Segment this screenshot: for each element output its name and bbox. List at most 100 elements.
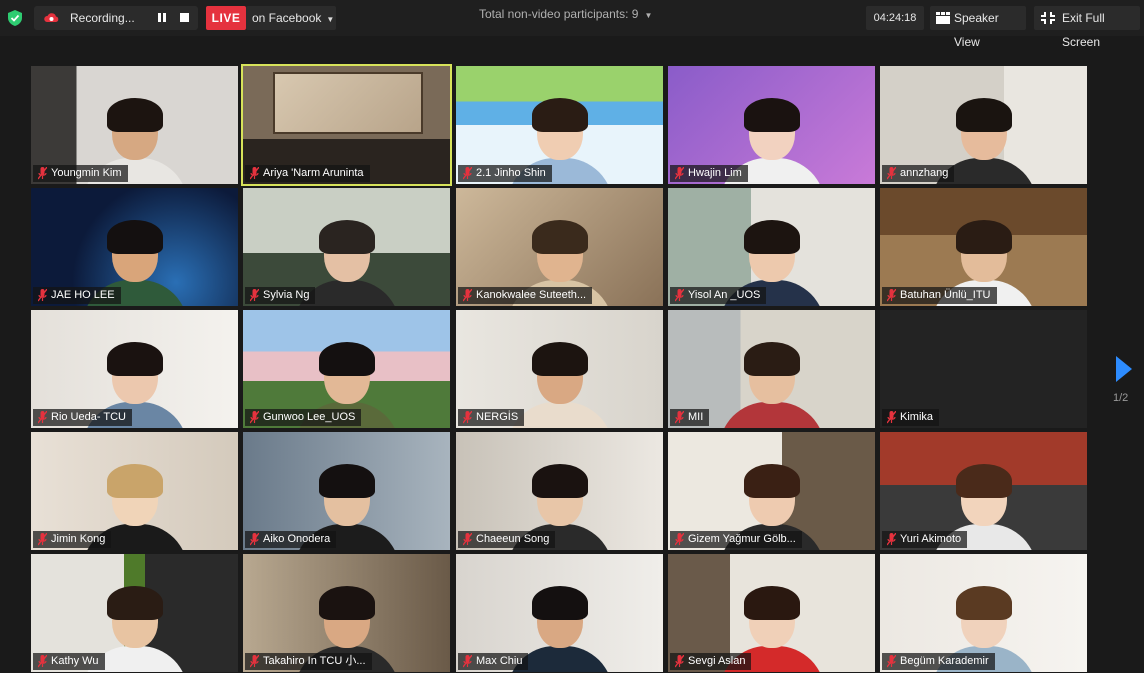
hair	[531, 342, 588, 376]
video-tile[interactable]: Yisol An _UOS	[668, 188, 875, 306]
speaker-view-label: Speaker View	[954, 11, 999, 49]
video-tile[interactable]: Rio Ueda- TCU	[31, 310, 238, 428]
hair	[531, 586, 588, 620]
non-video-participants-dropdown[interactable]: Total non-video participants: 9 ▼	[479, 7, 652, 21]
participant-name: Hwajin Lim	[688, 167, 742, 179]
participant-name: Rio Ueda- TCU	[51, 411, 126, 423]
video-tile[interactable]: Aiko Onodera	[243, 432, 450, 550]
participant-name-tag: Ariya 'Narm Aruninta	[245, 165, 370, 182]
hair	[743, 220, 800, 254]
muted-mic-icon	[887, 289, 896, 302]
chevron-down-icon: ▼	[644, 11, 653, 20]
participant-name-tag: NERGİS	[458, 409, 525, 426]
participant-name: Kanokwalee Suteeth...	[476, 289, 587, 301]
muted-mic-icon	[887, 655, 896, 668]
participant-name-tag: Max Chiu	[458, 653, 529, 670]
participant-name: Aiko Onodera	[263, 533, 331, 545]
video-tile[interactable]: 2.1 Jinho Shin	[456, 66, 663, 184]
video-tile[interactable]: Youngmin Kim	[31, 66, 238, 184]
participant-name-tag: Begüm Karademir	[882, 653, 995, 670]
participant-name: Gizem Yağmur Gölb...	[688, 533, 796, 545]
muted-mic-icon	[250, 289, 259, 302]
video-tile[interactable]: Sylvia Ng	[243, 188, 450, 306]
participant-name-tag: 2.1 Jinho Shin	[458, 165, 552, 182]
muted-mic-icon	[463, 655, 472, 668]
shoulders	[718, 402, 825, 428]
muted-mic-icon	[675, 411, 684, 424]
video-tile[interactable]: NERGİS	[456, 310, 663, 428]
chevron-down-icon: ▼	[326, 15, 335, 24]
hair	[106, 342, 163, 376]
meeting-timer: 04:24:18	[866, 6, 924, 30]
video-tile[interactable]: Jimin Kong	[31, 432, 238, 550]
video-tile[interactable]: MII	[668, 310, 875, 428]
video-tile[interactable]: Yuri Akimoto	[880, 432, 1087, 550]
participant-name: Batuhan Ünlü_ITU	[900, 289, 991, 301]
exit-full-screen-button[interactable]: Exit Full Screen	[1034, 6, 1140, 49]
video-tile[interactable]: Kathy Wu	[31, 554, 238, 672]
participant-name: MII	[688, 411, 704, 423]
hair	[955, 464, 1012, 498]
video-tile[interactable]: Ariya 'Narm Aruninta	[241, 64, 452, 186]
video-tile[interactable]: Takahiro In TCU 小...	[243, 554, 450, 672]
muted-mic-icon	[675, 533, 684, 546]
video-tile[interactable]: Kimika	[880, 310, 1087, 428]
projected-screen	[273, 72, 423, 134]
hair	[106, 586, 163, 620]
recording-label: Recording...	[70, 11, 135, 25]
video-tile[interactable]: Hwajin Lim	[668, 66, 875, 184]
muted-mic-icon	[463, 533, 472, 546]
participant-name-tag: Batuhan Ünlü_ITU	[882, 287, 997, 304]
participant-name: Chaeeun Song	[476, 533, 550, 545]
participant-name-tag: Jimin Kong	[33, 531, 112, 548]
participant-name: annzhang	[900, 167, 949, 179]
muted-mic-icon	[38, 289, 47, 302]
participant-name: Yisol An _UOS	[688, 289, 761, 301]
security-shield-icon[interactable]	[8, 10, 22, 26]
stop-recording-icon[interactable]	[180, 13, 189, 22]
speaker-view-button[interactable]: Speaker View	[930, 6, 1026, 49]
participant-name-tag: MII	[670, 409, 710, 426]
participant-name: Gunwoo Lee_UOS	[263, 411, 356, 423]
participant-name: Kimika	[900, 411, 934, 423]
muted-mic-icon	[38, 167, 47, 180]
muted-mic-icon	[250, 655, 259, 668]
participant-video	[713, 340, 831, 428]
video-tile[interactable]: Max Chiu	[456, 554, 663, 672]
hair	[955, 220, 1012, 254]
video-tile[interactable]: Kanokwalee Suteeth...	[456, 188, 663, 306]
video-tile[interactable]: Chaeeun Song	[456, 432, 663, 550]
video-tile[interactable]: Begüm Karademir	[880, 554, 1087, 672]
participant-name: Jimin Kong	[51, 533, 106, 545]
speaker-view-icon	[936, 12, 950, 24]
video-tile[interactable]: annzhang	[880, 66, 1087, 184]
recording-status: Recording...	[34, 6, 198, 30]
participant-name-tag: JAE HO LEE	[33, 287, 121, 304]
participant-name: Sevgi Aslan	[688, 655, 746, 667]
participant-name: Kathy Wu	[51, 655, 99, 667]
video-tile[interactable]: Sevgi Aslan	[668, 554, 875, 672]
participants-label: Total non-video participants: 9	[479, 7, 639, 21]
muted-mic-icon	[38, 411, 47, 424]
pause-recording-icon[interactable]	[156, 12, 168, 24]
live-platform-dropdown[interactable]: on Facebook ▼	[246, 6, 336, 30]
video-tile[interactable]: JAE HO LEE	[31, 188, 238, 306]
muted-mic-icon	[38, 655, 47, 668]
participant-name: Max Chiu	[476, 655, 523, 667]
video-tile[interactable]: Gunwoo Lee_UOS	[243, 310, 450, 428]
muted-mic-icon	[463, 167, 472, 180]
hair	[106, 220, 163, 254]
hair	[318, 220, 375, 254]
video-tile[interactable]: Gizem Yağmur Gölb...	[668, 432, 875, 550]
hair	[318, 586, 375, 620]
participant-name-tag: Kimika	[882, 409, 940, 426]
hair	[318, 342, 375, 376]
participant-name-tag: Yisol An _UOS	[670, 287, 767, 304]
muted-mic-icon	[38, 533, 47, 546]
hair	[531, 220, 588, 254]
next-page-arrow-icon[interactable]	[1116, 356, 1132, 382]
page-indicator: 1/2	[1113, 392, 1129, 404]
participant-name-tag: Kanokwalee Suteeth...	[458, 287, 593, 304]
video-tile[interactable]: Batuhan Ünlü_ITU	[880, 188, 1087, 306]
participant-name-tag: Sylvia Ng	[245, 287, 316, 304]
